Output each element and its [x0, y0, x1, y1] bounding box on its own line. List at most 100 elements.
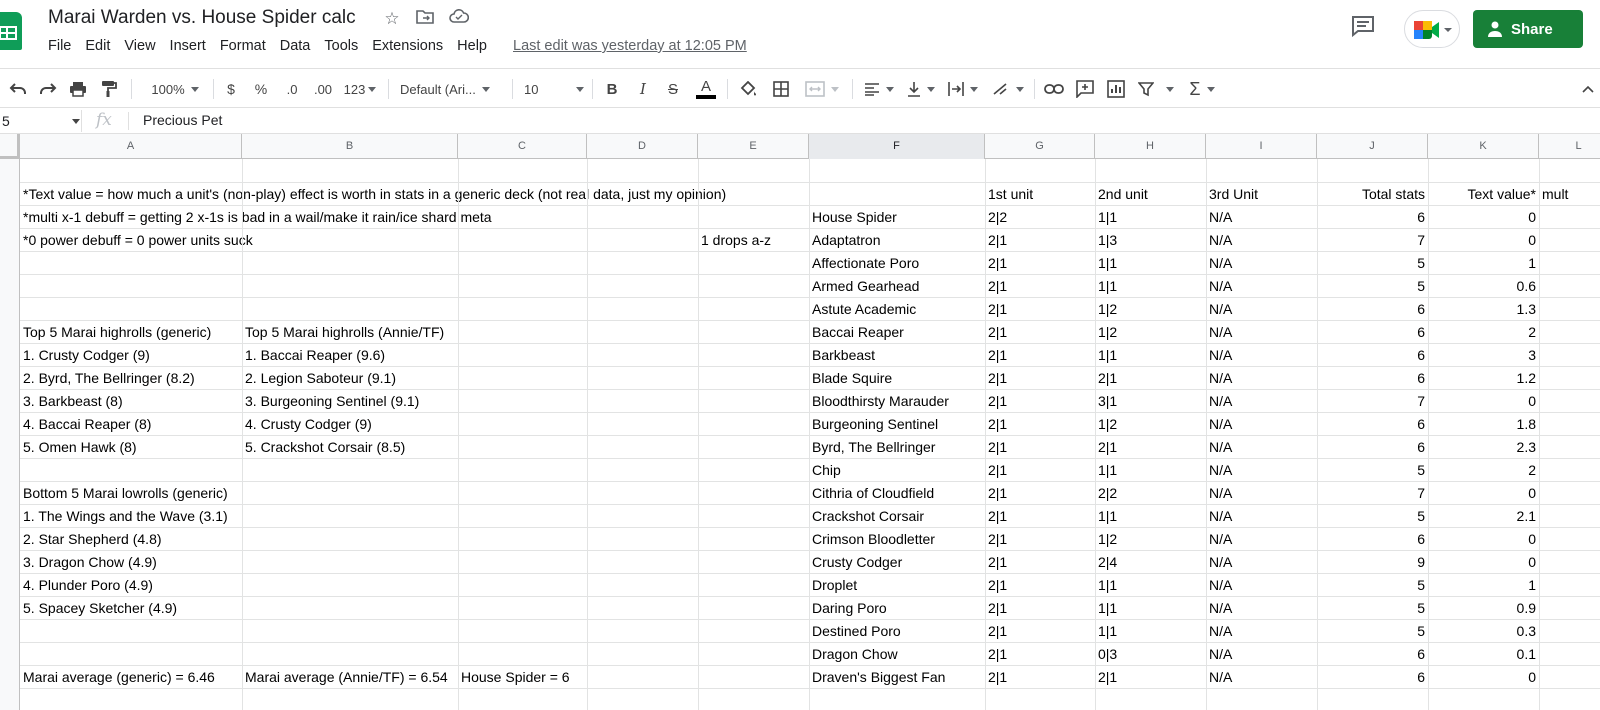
cell-h[interactable]: 2|4	[1095, 551, 1206, 574]
cell-k[interactable]: 0	[1428, 528, 1539, 551]
cell-b[interactable]: Marai average (Annie/TF) = 6.54	[242, 666, 458, 689]
cell-l[interactable]: mult	[1539, 183, 1600, 206]
cell-a[interactable]: 5. Spacey Sketcher (4.9)	[20, 597, 242, 620]
cell-j[interactable]: 6	[1317, 321, 1428, 344]
cell-a[interactable]: *Text value = how much a unit's (non-pla…	[20, 183, 726, 206]
cell-j[interactable]: 5	[1317, 597, 1428, 620]
cell-k[interactable]: 2	[1428, 321, 1539, 344]
cell-h[interactable]: 1|1	[1095, 597, 1206, 620]
cell-g[interactable]: 2|1	[985, 344, 1095, 367]
cell-g[interactable]: 2|1	[985, 459, 1095, 482]
cell-j[interactable]: 6	[1317, 413, 1428, 436]
cell-f[interactable]: Bloodthirsty Marauder	[809, 390, 985, 413]
cell-k[interactable]: 2.1	[1428, 505, 1539, 528]
cell-i[interactable]: N/A	[1206, 643, 1317, 666]
cell-j[interactable]: 6	[1317, 298, 1428, 321]
cell-h[interactable]: 1|1	[1095, 275, 1206, 298]
cell-h[interactable]: 2|1	[1095, 436, 1206, 459]
meet-button[interactable]	[1404, 10, 1460, 48]
cell-f[interactable]: Cithria of Cloudfield	[809, 482, 985, 505]
text-color-button[interactable]: A	[694, 77, 718, 101]
cell-f[interactable]: House Spider	[809, 206, 985, 229]
cell-g[interactable]: 2|1	[985, 436, 1095, 459]
cell-f[interactable]: Crusty Codger	[809, 551, 985, 574]
cell-h[interactable]: 2|1	[1095, 367, 1206, 390]
cell-a[interactable]: 2. Star Shepherd (4.8)	[20, 528, 242, 551]
functions-icon[interactable]: Σ	[1184, 77, 1220, 101]
cell-h[interactable]: 1|2	[1095, 298, 1206, 321]
column-header-b[interactable]: B	[242, 134, 458, 159]
more-formats-select[interactable]: 123	[340, 77, 380, 101]
cell-g[interactable]: 2|1	[985, 597, 1095, 620]
cell-h[interactable]: 2|1	[1095, 666, 1206, 689]
cell-a[interactable]: 1. The Wings and the Wave (3.1)	[20, 505, 242, 528]
column-header-e[interactable]: E	[698, 134, 809, 159]
collapse-toolbar-icon[interactable]	[1580, 77, 1596, 101]
cell-k[interactable]: 3	[1428, 344, 1539, 367]
redo-icon[interactable]	[36, 77, 60, 101]
strikethrough-button[interactable]: S	[663, 77, 683, 101]
cell-a[interactable]: 3. Dragon Chow (4.9)	[20, 551, 242, 574]
cell-k[interactable]: 0	[1428, 666, 1539, 689]
cell-k[interactable]: 1	[1428, 574, 1539, 597]
cell-b[interactable]: 2. Legion Saboteur (9.1)	[242, 367, 458, 390]
cell-h[interactable]: 1|1	[1095, 459, 1206, 482]
menu-help[interactable]: Help	[457, 38, 487, 54]
insert-chart-icon[interactable]	[1104, 77, 1128, 101]
formula-input[interactable]: Precious Pet	[143, 112, 222, 128]
cell-j[interactable]: 6	[1317, 344, 1428, 367]
column-header-g[interactable]: G	[985, 134, 1095, 159]
menu-extensions[interactable]: Extensions	[372, 38, 443, 54]
move-folder-icon[interactable]	[414, 8, 436, 30]
cell-i[interactable]: N/A	[1206, 344, 1317, 367]
cell-a[interactable]: *0 power debuff = 0 power units suck	[20, 229, 253, 252]
cell-f[interactable]: Armed Gearhead	[809, 275, 985, 298]
cell-k[interactable]: 1	[1428, 252, 1539, 275]
cell-h[interactable]: 2|2	[1095, 482, 1206, 505]
cell-b[interactable]: 3. Burgeoning Sentinel (9.1)	[242, 390, 458, 413]
cell-h[interactable]: 1|1	[1095, 344, 1206, 367]
menu-view[interactable]: View	[124, 38, 155, 54]
italic-button[interactable]: I	[633, 77, 653, 101]
cell-g[interactable]: 2|1	[985, 574, 1095, 597]
cell-i[interactable]: N/A	[1206, 298, 1317, 321]
cell-j[interactable]: 7	[1317, 229, 1428, 252]
insert-comment-icon[interactable]	[1073, 77, 1097, 101]
cell-a[interactable]: Marai average (generic) = 6.46	[20, 666, 242, 689]
cell-a[interactable]: 2. Byrd, The Bellringer (8.2)	[20, 367, 242, 390]
cell-h[interactable]: 1|2	[1095, 528, 1206, 551]
cell-g[interactable]: 2|1	[985, 321, 1095, 344]
column-header-h[interactable]: H	[1095, 134, 1206, 159]
cell-j[interactable]: 6	[1317, 367, 1428, 390]
filter-icon[interactable]	[1136, 77, 1176, 101]
cell-a[interactable]: 4. Plunder Poro (4.9)	[20, 574, 242, 597]
column-header-l[interactable]: L	[1539, 134, 1600, 159]
cell-g[interactable]: 2|1	[985, 666, 1095, 689]
cell-f[interactable]: Adaptatron	[809, 229, 985, 252]
column-header-a[interactable]: A	[20, 134, 242, 159]
cell-g[interactable]: 2|2	[985, 206, 1095, 229]
cell-f[interactable]: Chip	[809, 459, 985, 482]
cell-i[interactable]: N/A	[1206, 620, 1317, 643]
cell-k[interactable]: 2	[1428, 459, 1539, 482]
cell-k[interactable]: 0.1	[1428, 643, 1539, 666]
comment-history-icon[interactable]	[1350, 14, 1378, 40]
spreadsheet-grid[interactable]: ABCDEFGHIJKL *Text value = how much a un…	[0, 134, 1600, 710]
cell-c[interactable]: House Spider = 6	[458, 666, 587, 689]
cell-g[interactable]: 2|1	[985, 643, 1095, 666]
cell-f[interactable]: Burgeoning Sentinel	[809, 413, 985, 436]
menu-format[interactable]: Format	[220, 38, 266, 54]
cell-j[interactable]: 6	[1317, 436, 1428, 459]
cell-i[interactable]: N/A	[1206, 367, 1317, 390]
cell-i[interactable]: N/A	[1206, 413, 1317, 436]
cell-g[interactable]: 2|1	[985, 367, 1095, 390]
cloud-status-icon[interactable]	[448, 8, 470, 30]
insert-link-icon[interactable]	[1042, 77, 1066, 101]
percent-format-button[interactable]: %	[252, 77, 270, 101]
cell-g[interactable]: 2|1	[985, 275, 1095, 298]
share-button[interactable]: Share	[1473, 10, 1583, 48]
cell-h[interactable]: 1|2	[1095, 321, 1206, 344]
cell-k[interactable]: 0	[1428, 551, 1539, 574]
cell-g[interactable]: 2|1	[985, 505, 1095, 528]
menu-data[interactable]: Data	[280, 38, 311, 54]
